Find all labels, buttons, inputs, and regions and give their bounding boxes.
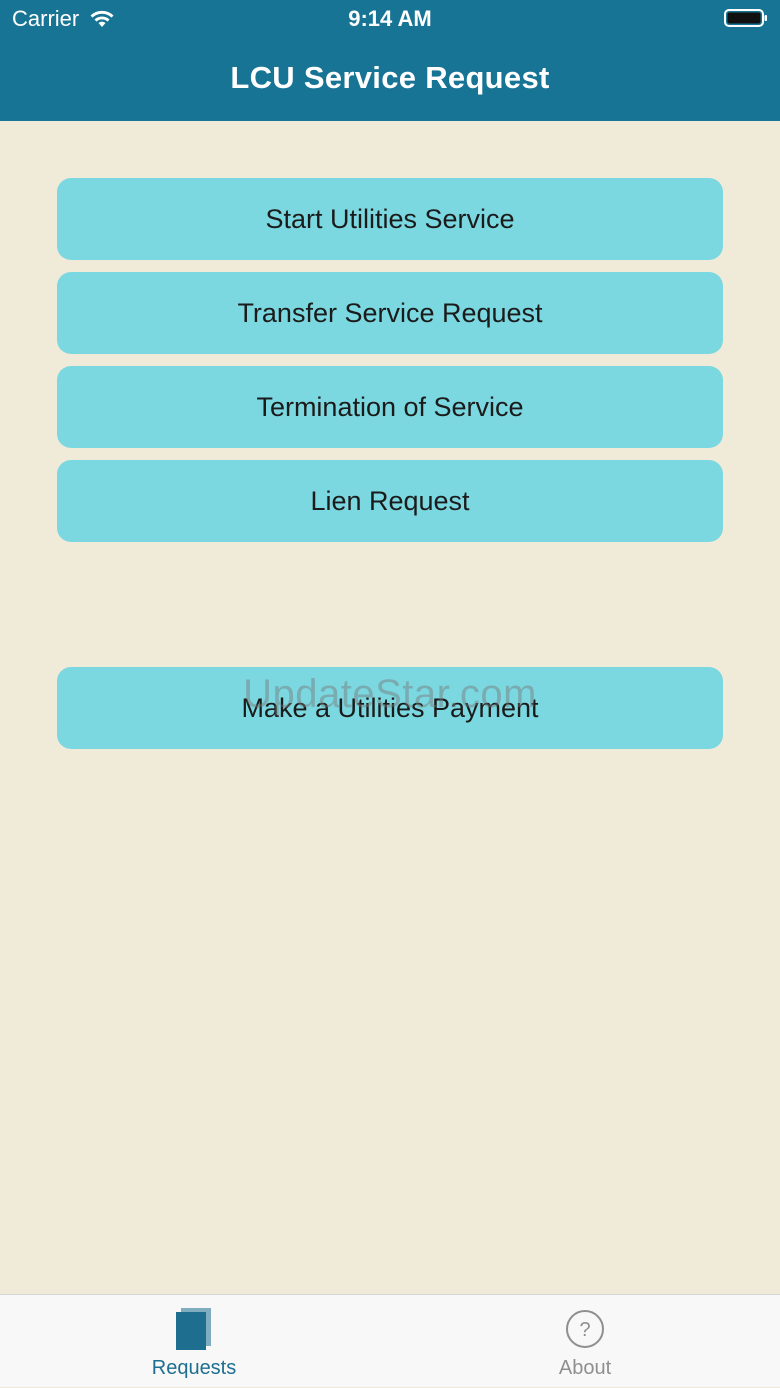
termination-of-service-button[interactable]: Termination of Service bbox=[57, 366, 723, 448]
start-utilities-service-button[interactable]: Start Utilities Service bbox=[57, 178, 723, 260]
main-content: Start Utilities Service Transfer Service… bbox=[0, 121, 780, 1294]
status-time: 9:14 AM bbox=[348, 6, 432, 31]
book-icon bbox=[176, 1308, 211, 1350]
battery-icon bbox=[724, 9, 767, 27]
make-utilities-payment-button[interactable]: Make a Utilities Payment bbox=[57, 667, 723, 749]
page-title: LCU Service Request bbox=[230, 60, 550, 95]
lien-request-button[interactable]: Lien Request bbox=[57, 460, 723, 542]
svg-text:?: ? bbox=[579, 1319, 590, 1341]
tab-bar: Requests ? About bbox=[0, 1294, 780, 1387]
tab-about[interactable]: ? About bbox=[485, 1295, 685, 1388]
tab-requests-label: Requests bbox=[151, 1357, 237, 1379]
tab-requests[interactable]: Requests bbox=[94, 1295, 294, 1388]
navigation-header: Carrier 9:14 AM LCU Service Request bbox=[0, 0, 780, 121]
help-circle-icon: ? bbox=[566, 1310, 604, 1348]
transfer-service-request-button[interactable]: Transfer Service Request bbox=[57, 272, 723, 354]
tab-about-label: About bbox=[558, 1357, 612, 1379]
